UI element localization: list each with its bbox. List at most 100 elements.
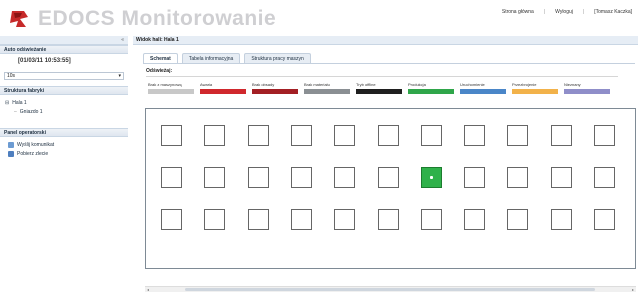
legend-label: Uruchomienie <box>460 82 485 87</box>
header: EDOCS Monitorowanie Strona główna | Wylo… <box>0 0 638 36</box>
legend-label: Awaria <box>200 82 213 87</box>
tab-schemat[interactable]: Schemat <box>143 53 178 63</box>
scroll-left-icon[interactable]: ◂ <box>147 287 149 292</box>
machine-tile[interactable] <box>550 167 572 188</box>
machine-tile[interactable] <box>334 125 356 146</box>
legend-swatch <box>304 89 350 94</box>
machine-tile[interactable] <box>464 167 486 188</box>
send-message-item[interactable]: Wyślij komunikat <box>8 142 54 148</box>
legend-swatch <box>408 89 454 94</box>
double-chevron-left-icon[interactable]: « <box>121 37 124 43</box>
legend-swatch <box>252 89 298 94</box>
legend-label: Nieznany <box>564 82 581 87</box>
tab-info-table[interactable]: Tabela informacyjna <box>181 53 241 63</box>
legend-item: Uruchomienie <box>460 82 506 102</box>
app-title: EDOCS Monitorowanie <box>38 7 277 30</box>
legend-label: Produkcja <box>408 82 426 87</box>
machine-tile[interactable] <box>161 167 182 188</box>
machine-tile[interactable] <box>464 209 486 230</box>
legend-swatch <box>148 89 194 94</box>
legend-item: Produkcja <box>408 82 454 102</box>
machine-tile[interactable] <box>550 209 572 230</box>
tree-expand-icon: ⊟ <box>5 100 10 106</box>
order-icon <box>8 151 14 157</box>
machine-tile[interactable] <box>161 209 182 230</box>
machine-tile[interactable] <box>204 167 226 188</box>
machine-tile[interactable] <box>377 209 399 230</box>
tree-item-label: Gniazdo 1 <box>19 109 43 115</box>
tree-item-socket[interactable]: – Gniazdo 1 <box>14 109 43 115</box>
machine-tile[interactable] <box>334 209 356 230</box>
machine-tile[interactable] <box>377 167 399 188</box>
legend-item: Brak z maszynową <box>148 82 194 102</box>
refresh-datetime: [01/03/11 10:53:55] <box>18 58 71 64</box>
legend-divider <box>146 76 618 77</box>
legend-item: Brak obsady <box>252 82 298 102</box>
status-legend: Brak z maszynową Awaria Brak obsady Brak ma… <box>148 82 623 102</box>
machine-tile[interactable] <box>247 167 269 188</box>
legend-item: Nieznany <box>564 82 610 102</box>
home-link[interactable]: Strona główna <box>502 9 534 15</box>
machine-tile[interactable] <box>247 125 269 146</box>
send-message-label: Wyślij komunikat <box>17 142 55 148</box>
get-order-label: Pobierz zlecie <box>17 151 49 157</box>
machine-tile[interactable] <box>204 209 226 230</box>
legend-swatch <box>564 89 610 94</box>
tree-item-label: Hala 1 <box>12 100 27 106</box>
collapse-bar: « <box>0 36 128 45</box>
machine-tile[interactable] <box>594 125 615 146</box>
tab-machine-structure[interactable]: Struktura pracy maszyn <box>244 53 311 63</box>
section-operator-panel[interactable]: Panel operatorski <box>0 128 128 137</box>
get-order-item[interactable]: Pobierz zlecie <box>8 151 48 157</box>
machine-tile[interactable] <box>594 167 615 188</box>
legend-swatch <box>460 89 506 94</box>
machine-tile[interactable] <box>290 209 312 230</box>
logout-link[interactable]: Wyloguj <box>555 9 573 15</box>
refresh-interval-select[interactable]: 10s ▾ <box>4 72 124 80</box>
machine-tile[interactable] <box>507 125 529 146</box>
machine-tile[interactable] <box>247 209 269 230</box>
tree-branch-icon: – <box>14 109 17 115</box>
machine-tile[interactable] <box>420 125 442 146</box>
machine-tile[interactable] <box>377 125 399 146</box>
machine-tile[interactable] <box>204 125 226 146</box>
machine-tile[interactable] <box>507 209 529 230</box>
legend-swatch <box>356 89 402 94</box>
machine-tile[interactable] <box>290 125 312 146</box>
legend-label: Brak obsady <box>252 82 275 87</box>
horizontal-scrollbar[interactable]: ◂ ▸ <box>145 286 636 292</box>
legend-label: Przezbrojenie <box>512 82 537 87</box>
machine-tile[interactable] <box>507 167 529 188</box>
machine-tile[interactable] <box>334 167 356 188</box>
legend-swatch <box>200 89 246 94</box>
legend-item: Przezbrojenie <box>512 82 558 102</box>
separator: | <box>582 9 585 15</box>
top-links: Strona główna | Wyloguj | [Tomasz Kaczka… <box>502 9 632 15</box>
legend-swatch <box>512 89 558 94</box>
legend-item: Brak materiału <box>304 82 350 102</box>
tree-item-hall[interactable]: ⊟ Hala 1 <box>5 100 27 106</box>
chevron-down-icon: ▾ <box>118 73 121 79</box>
scroll-right-icon[interactable]: ▸ <box>632 287 634 292</box>
tab-bar: Schemat Tabela informacyjna Struktura pr… <box>143 53 311 63</box>
machine-tile-active[interactable] <box>420 167 442 188</box>
machine-tile[interactable] <box>420 209 442 230</box>
user-link[interactable]: [Tomasz Kaczka] <box>594 9 632 15</box>
legend-label: Brak materiału <box>304 82 330 87</box>
refresh-interval-value: 10s <box>7 73 16 79</box>
main-area: Widok hali: Hala 1 Schemat Tabela inform… <box>133 36 638 292</box>
message-icon <box>8 142 14 148</box>
machine-tile[interactable] <box>594 209 615 230</box>
machine-tile[interactable] <box>290 167 312 188</box>
machine-grid <box>145 108 636 269</box>
tab-divider <box>143 63 635 64</box>
section-factory-structure[interactable]: Struktura fabryki <box>0 86 128 95</box>
legend-item: Tryb offline <box>356 82 402 102</box>
machine-tile[interactable] <box>161 125 182 146</box>
machine-tile[interactable] <box>464 125 486 146</box>
section-auto-refresh[interactable]: Auto odświeżanie <box>0 45 128 54</box>
legend-label: Brak z maszynową <box>148 82 182 87</box>
breadcrumb: Widok hali: Hala 1 <box>133 36 638 45</box>
edocs-logo-icon <box>10 11 28 27</box>
machine-tile[interactable] <box>550 125 572 146</box>
